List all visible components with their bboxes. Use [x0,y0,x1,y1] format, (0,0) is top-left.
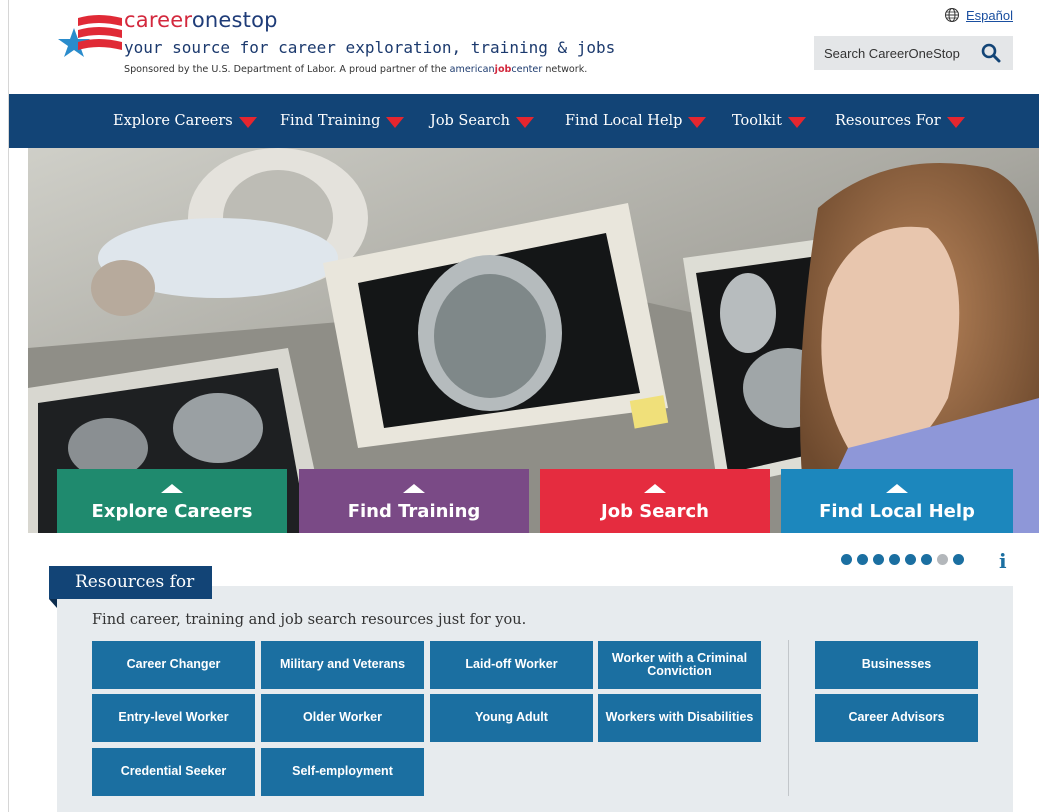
carousel-dot[interactable] [857,554,868,565]
tile-label: Find Training [347,501,481,522]
nav-job-search[interactable]: Job Search [430,94,534,148]
resource-entry-level-worker[interactable]: Entry-level Worker [92,694,255,742]
site-header: careeronestop your source for career exp… [0,0,1039,94]
chevron-up-icon [886,484,908,493]
brand-tagline: your source for career exploration, trai… [124,38,616,57]
nav-find-local-help[interactable]: Find Local Help [565,94,707,148]
search-box[interactable]: Search CareerOneStop [814,36,1013,70]
tile-find-local-help[interactable]: Find Local Help [781,469,1013,533]
globe-icon [945,8,960,22]
carousel-dot[interactable] [905,554,916,565]
resource-military-veterans[interactable]: Military and Veterans [261,641,424,689]
search-placeholder[interactable]: Search CareerOneStop [824,46,960,61]
carousel-dot[interactable] [937,554,948,565]
nav-toolkit[interactable]: Toolkit [732,94,806,148]
chevron-down-icon [386,116,405,128]
nav-label: Find Local Help [565,113,683,129]
carousel-dot[interactable] [921,554,932,565]
nav-label: Find Training [280,113,381,129]
info-icon[interactable]: i [999,549,1007,573]
language-link-label[interactable]: Español [966,8,1013,23]
brand-name-part2: onestop [191,8,278,32]
main-nav: Explore Careers Find Training Job Search… [9,94,1039,148]
tile-find-training[interactable]: Find Training [299,469,529,533]
resource-businesses[interactable]: Businesses [815,641,978,689]
nav-label: Explore Careers [113,113,233,129]
chevron-down-icon [688,116,707,128]
sponsor-prefix: Sponsored by the U.S. Department of Labo… [124,64,450,75]
resources-intro: Find career, training and job search res… [92,612,527,628]
language-link[interactable]: Español [944,7,1013,23]
ajc-part2: job [494,64,512,75]
brand-name[interactable]: careeronestop [124,8,278,32]
chevron-up-icon [644,484,666,493]
resources-tab: Resources for [49,566,213,599]
resources-tab-fold [49,599,57,608]
tile-explore-careers[interactable]: Explore Careers [57,469,287,533]
tile-job-search[interactable]: Job Search [540,469,770,533]
brand-name-part1: career [124,8,192,32]
sponsor-suffix: network. [542,64,588,75]
search-icon[interactable] [981,43,1001,63]
nav-label: Resources For [835,113,941,129]
carousel-dot[interactable] [889,554,900,565]
carousel-indicators [841,554,964,565]
resource-self-employment[interactable]: Self-employment [261,748,424,796]
chevron-down-icon [946,116,965,128]
tile-label: Job Search [601,501,709,522]
chevron-down-icon [238,116,257,128]
chevron-up-icon [161,484,183,493]
carousel-dot[interactable] [841,554,852,565]
nav-resources-for[interactable]: Resources For [835,94,965,148]
tile-label: Explore Careers [91,501,253,522]
resource-career-advisors[interactable]: Career Advisors [815,694,978,742]
tile-label: Find Local Help [819,501,975,522]
chevron-up-icon [403,484,425,493]
sponsor-text: Sponsored by the U.S. Department of Labo… [124,64,587,75]
resource-career-changer[interactable]: Career Changer [92,641,255,689]
careeronestop-logo-icon[interactable] [58,10,126,68]
resource-credential-seeker[interactable]: Credential Seeker [92,748,255,796]
nav-find-training[interactable]: Find Training [280,94,405,148]
nav-label: Toolkit [732,113,782,129]
chevron-down-icon [515,116,534,128]
resource-workers-disabilities[interactable]: Workers with Disabilities [598,694,761,742]
ajc-part3: center [511,64,543,75]
hero-tiles: Explore Careers Find Training Job Search… [57,469,1013,533]
resource-laid-off-worker[interactable]: Laid-off Worker [430,641,593,689]
carousel-dot[interactable] [873,554,884,565]
chevron-down-icon [787,116,806,128]
resource-young-adult[interactable]: Young Adult [430,694,593,742]
resources-divider [788,640,789,796]
resource-older-worker[interactable]: Older Worker [261,694,424,742]
nav-explore-careers[interactable]: Explore Careers [113,94,257,148]
carousel-dot[interactable] [953,554,964,565]
ajc-part1: american [449,64,495,75]
nav-label: Job Search [430,113,510,129]
resource-criminal-conviction[interactable]: Worker with a Criminal Conviction [598,641,761,689]
